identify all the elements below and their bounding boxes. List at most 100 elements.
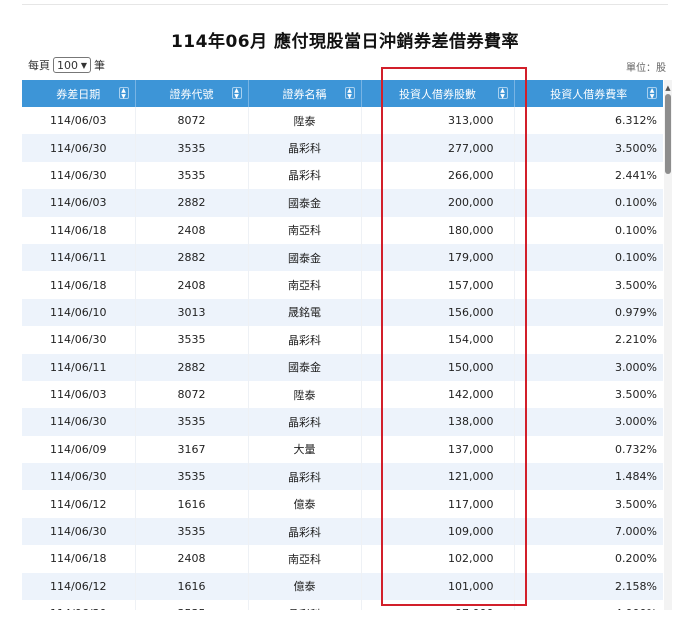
table-row: 114/06/30 3535 晶彩科 109,000 7.000% <box>22 517 663 546</box>
table-row: 114/06/30 3535 晶彩科 121,000 1.484% <box>22 463 663 491</box>
cell-date: 114/06/18 <box>22 216 136 244</box>
cell-shares: 266,000 <box>361 161 515 190</box>
cell-shares: 117,000 <box>361 490 515 518</box>
cell-code: 1616 <box>135 572 249 601</box>
sort-icon: ▲ ▼ <box>118 87 129 100</box>
cell-date: 114/06/03 <box>22 380 136 409</box>
cell-rate: 2.158% <box>514 572 663 601</box>
column-header-date[interactable]: 券差日期 ▲ ▼ <box>22 80 136 107</box>
cell-code: 8072 <box>135 380 249 409</box>
table-row: 114/06/03 8072 陞泰 142,000 3.500% <box>22 380 663 409</box>
unit-label: 單位：股 <box>626 63 666 74</box>
cell-code: 3167 <box>135 435 249 464</box>
data-table: 券差日期 ▲ ▼ 證券代號 ▲ ▼ 證券名稱 ▲ ▼ 投資人借券股數 ▲ ▼ 投資人借券費率 ▲ ▼… <box>22 80 663 610</box>
cell-code: 3535 <box>135 517 249 546</box>
table-row: 114/06/12 1616 億泰 117,000 3.500% <box>22 490 663 518</box>
cell-rate: 0.732% <box>615 442 657 456</box>
per-page-control: 每頁 100 ▼ 筆 <box>28 57 105 73</box>
cell-name: 南亞科 <box>248 545 362 573</box>
sort-icon: ▲ ▼ <box>497 87 508 100</box>
table-row: 114/06/11 2882 國泰金 179,000 0.100% <box>22 243 663 272</box>
cell-code: 3535 <box>135 600 249 610</box>
cell-shares: 150,000 <box>361 353 515 381</box>
column-header-name[interactable]: 證券名稱 ▲ ▼ <box>248 80 362 107</box>
cell-code: 2882 <box>135 353 249 381</box>
cell-shares: 142,000 <box>361 380 515 409</box>
column-header-rate[interactable]: 投資人借券費率 ▲ ▼ <box>514 80 663 107</box>
cell-name: 國泰金 <box>248 189 362 217</box>
cell-rate: 3.500% <box>615 278 657 292</box>
cell-code: 3535 <box>135 408 249 436</box>
cell-name: 億泰 <box>248 572 362 601</box>
column-header-shares[interactable]: 投資人借券股數 ▲ ▼ <box>361 80 515 107</box>
table-row: 114/06/12 1616 億泰 101,000 2.158% <box>22 572 663 601</box>
cell-code: 3535 <box>135 326 249 354</box>
cell-name: 南亞科 <box>248 271 362 299</box>
cell-shares: 138,000 <box>361 408 515 436</box>
table-row: 114/06/03 8072 陞泰 313,000 6.312% <box>22 107 663 135</box>
cell-code: 2408 <box>135 271 249 299</box>
cell-rate: 4.000% <box>514 600 663 610</box>
cell-name: 晶彩科 <box>248 517 362 546</box>
cell-date: 114/06/18 <box>22 271 136 299</box>
cell-name: 晟銘電 <box>248 298 362 327</box>
cell-date: 114/06/18 <box>22 545 136 573</box>
per-page-select[interactable]: 100 ▼ <box>53 57 91 73</box>
cell-code: 2408 <box>135 216 249 244</box>
cell-rate: 0.200% <box>615 552 657 566</box>
cell-date: 114/06/30 <box>22 463 136 491</box>
table-row: 114/06/303535晶彩科97,0004.000% <box>22 600 663 610</box>
cell-shares: 180,000 <box>361 216 515 244</box>
cell-name: 晶彩科 <box>248 134 362 162</box>
table-header-row: 券差日期 ▲ ▼ 證券代號 ▲ ▼ 證券名稱 ▲ ▼ 投資人借券股數 ▲ ▼ 投資人借券費率 ▲ ▼ <box>22 80 663 107</box>
cell-name: 億泰 <box>248 490 362 518</box>
cell-code: 8072 <box>135 107 249 135</box>
table-row: 114/06/30 3535 晶彩科 266,000 2.441% <box>22 161 663 190</box>
scroll-up-arrow-icon[interactable]: ▲ <box>664 84 672 92</box>
cell-shares: 121,000 <box>361 463 515 491</box>
per-page-prefix: 每頁 <box>28 59 50 72</box>
cell-rate: 0.100% <box>514 189 663 217</box>
cell-shares: 97,000 <box>361 600 515 610</box>
cell-shares: 179,000 <box>361 243 515 272</box>
cell-code: 2882 <box>135 189 249 217</box>
cell-rate: 0.979% <box>514 298 663 327</box>
cell-name: 國泰金 <box>248 243 362 272</box>
cell-date: 114/06/11 <box>22 243 136 272</box>
cell-rate: 3.500% <box>615 388 657 402</box>
table-row: 114/06/30 3535 晶彩科 277,000 3.500% <box>22 134 663 162</box>
table-row: 114/06/18 2408 南亞科 102,000 0.200% <box>22 545 663 573</box>
cell-shares: 277,000 <box>361 134 515 162</box>
cell-rate: 3.000% <box>514 353 663 381</box>
sort-icon: ▲ ▼ <box>647 87 657 100</box>
cell-date: 114/06/30 <box>22 517 136 546</box>
scrollbar-thumb[interactable] <box>665 94 671 174</box>
cell-shares: 102,000 <box>361 545 515 573</box>
column-header-code[interactable]: 證券代號 ▲ ▼ <box>135 80 249 107</box>
cell-name: 晶彩科 <box>248 161 362 190</box>
cell-code: 2882 <box>135 243 249 272</box>
cell-name: 南亞科 <box>248 216 362 244</box>
per-page-suffix: 筆 <box>94 59 105 72</box>
cell-date: 114/06/30 <box>22 161 136 190</box>
cell-rate: 3.500% <box>514 134 663 162</box>
cell-rate: 1.484% <box>514 463 663 491</box>
cell-name: 晶彩科 <box>248 600 362 610</box>
cell-code: 3535 <box>135 463 249 491</box>
table-row: 114/06/18 2408 南亞科 157,000 3.500% <box>22 271 663 299</box>
cell-name: 晶彩科 <box>248 463 362 491</box>
table-body: 114/06/03 8072 陞泰 313,000 6.312% 114/06/30 353… <box>22 107 663 610</box>
cell-code: 2408 <box>135 545 249 573</box>
per-page-value: 100 <box>57 58 78 72</box>
cell-date: 114/06/12 <box>22 490 136 518</box>
cell-rate: 7.000% <box>514 517 663 546</box>
cell-code: 1616 <box>135 490 249 518</box>
table-row: 114/06/30 3535 晶彩科 154,000 2.210% <box>22 326 663 354</box>
cell-date: 114/06/03 <box>22 107 136 135</box>
cell-shares: 200,000 <box>361 189 515 217</box>
cell-name: 陞泰 <box>248 380 362 409</box>
cell-shares: 156,000 <box>361 298 515 327</box>
cell-date: 114/06/11 <box>22 353 136 381</box>
data-table-container: 券差日期 ▲ ▼ 證券代號 ▲ ▼ 證券名稱 ▲ ▼ 投資人借券股數 ▲ ▼ 投資人借券費率 ▲ ▼… <box>22 80 663 610</box>
cell-date: 114/06/09 <box>22 435 136 464</box>
